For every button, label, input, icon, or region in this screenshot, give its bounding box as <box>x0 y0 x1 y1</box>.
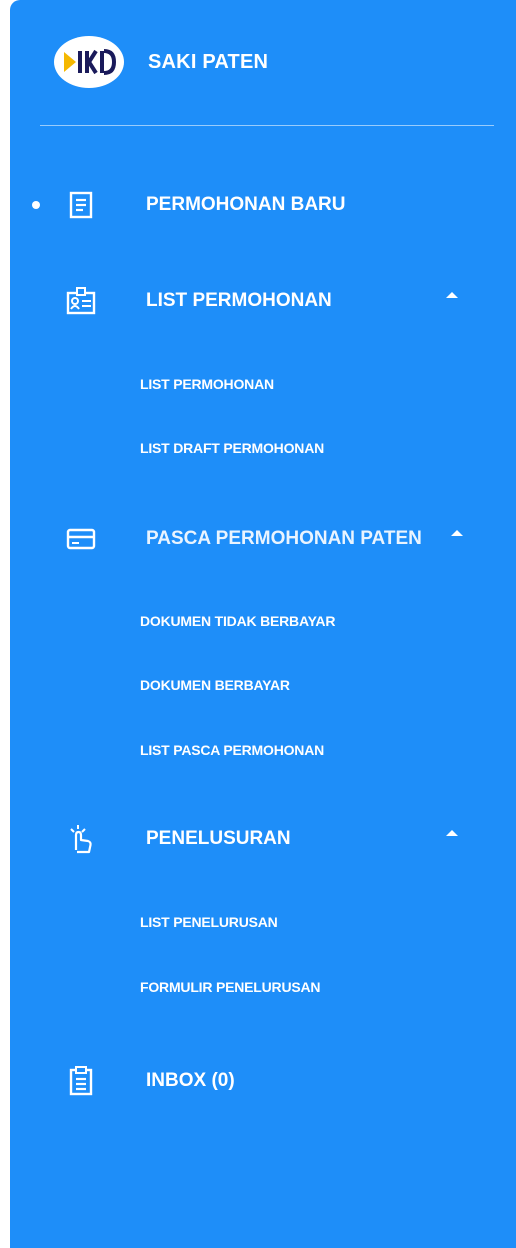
caret-up-icon[interactable] <box>446 292 458 298</box>
brand-name: SAKI PATEN <box>148 50 269 73</box>
sidebar: SAKI PATEN PERMOHONAN BARU LIST PERMOHON… <box>10 0 516 1248</box>
submenu-item-list-pasca-permohonan[interactable]: LIST PASCA PERMOHONAN <box>140 735 324 765</box>
clipboard-icon <box>66 1066 96 1096</box>
menu-item-inbox[interactable]: INBOX (0) <box>10 1056 516 1106</box>
caret-up-icon[interactable] <box>451 530 463 536</box>
divider <box>40 125 494 126</box>
menu-item-pasca-permohonan-paten[interactable]: PASCA PERMOHONAN PATEN <box>10 514 516 564</box>
submenu-item-formulir-penelurusan[interactable]: FORMULIR PENELURUSAN <box>140 972 321 1002</box>
document-icon <box>66 190 96 220</box>
tap-hand-icon <box>66 824 96 854</box>
submenu-item-dokumen-tidak-berbayar[interactable]: DOKUMEN TIDAK BERBAYAR <box>140 606 335 636</box>
menu-item-penelusuran[interactable]: PENELUSURAN <box>10 814 516 864</box>
brand[interactable]: SAKI PATEN <box>54 36 268 88</box>
submenu-item-dokumen-berbayar[interactable]: DOKUMEN BERBAYAR <box>140 670 290 700</box>
active-indicator <box>32 201 40 209</box>
id-card-icon <box>66 286 96 316</box>
menu-item-label: PENELUSURAN <box>146 828 291 849</box>
credit-card-icon <box>66 524 96 554</box>
submenu-item-list-penelurusan[interactable]: LIST PENELURUSAN <box>140 907 278 937</box>
menu-item-label: INBOX (0) <box>146 1070 235 1091</box>
caret-up-icon[interactable] <box>446 830 458 836</box>
menu-item-label: LIST PERMOHONAN <box>146 290 332 311</box>
menu-item-label: PERMOHONAN BARU <box>146 194 346 215</box>
menu-item-label: PASCA PERMOHONAN PATEN <box>146 528 422 549</box>
submenu-item-list-draft-permohonan[interactable]: LIST DRAFT PERMOHONAN <box>140 433 324 463</box>
brand-logo <box>54 36 124 88</box>
menu-item-list-permohonan[interactable]: LIST PERMOHONAN <box>10 276 516 326</box>
submenu-item-list-permohonan[interactable]: LIST PERMOHONAN <box>140 369 274 399</box>
menu-item-permohonan-baru[interactable]: PERMOHONAN BARU <box>10 180 516 230</box>
